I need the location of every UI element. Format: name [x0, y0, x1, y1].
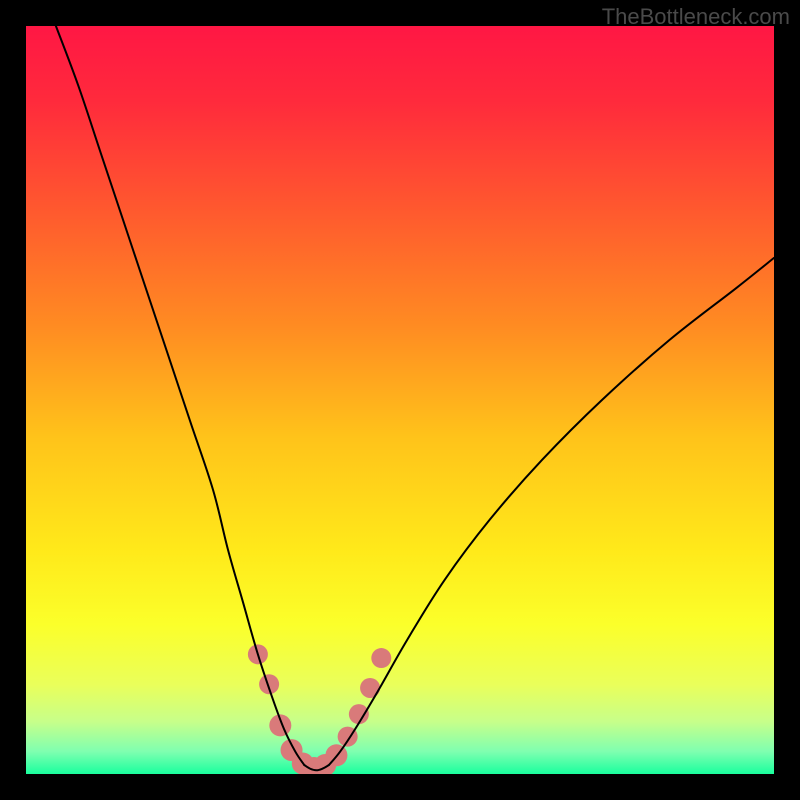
marker-dot: [371, 648, 391, 668]
chart-svg: [26, 26, 774, 774]
chart-background: [26, 26, 774, 774]
marker-dot: [360, 678, 380, 698]
watermark-text: TheBottleneck.com: [602, 4, 790, 30]
marker-dot: [349, 704, 369, 724]
chart-plot: [26, 26, 774, 774]
